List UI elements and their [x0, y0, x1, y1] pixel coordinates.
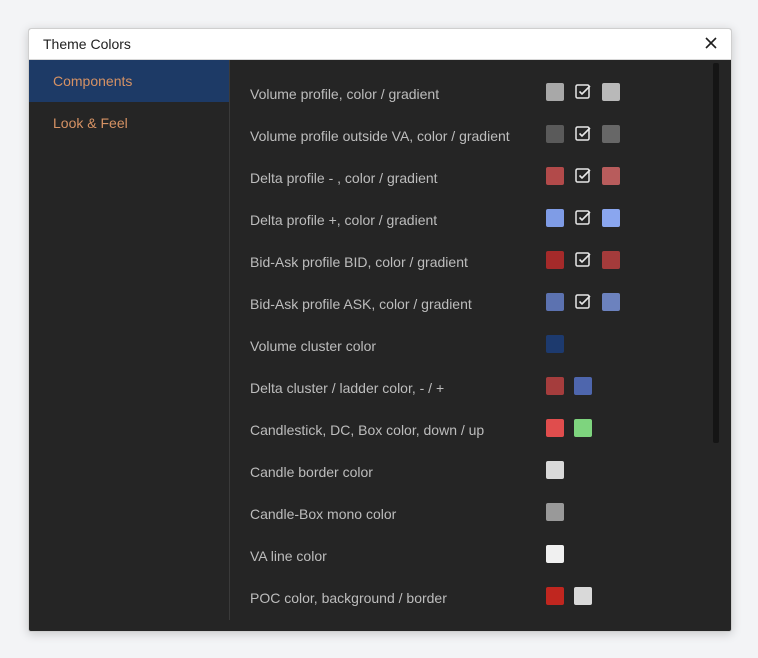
- color-row-label: Volume cluster color: [250, 338, 377, 354]
- color-swatch[interactable]: [546, 545, 564, 563]
- color-row-label: Volume profile, color / gradient: [250, 86, 440, 102]
- theme-colors-dialog: Theme Colors Components Look & Feel Volu…: [28, 28, 732, 632]
- color-row-label: Delta cluster / ladder color, - / +: [250, 380, 445, 396]
- dialog-title: Theme Colors: [43, 36, 131, 52]
- color-row: Delta cluster / ladder color, - / +: [230, 368, 700, 410]
- scrollbar[interactable]: [713, 63, 719, 443]
- color-swatch[interactable]: [546, 461, 564, 479]
- gradient-color-swatch[interactable]: [602, 167, 620, 185]
- color-swatch[interactable]: [546, 83, 564, 101]
- second-color-swatch[interactable]: [574, 587, 592, 605]
- second-color-swatch[interactable]: [574, 419, 592, 437]
- checkbox-checked-icon: [575, 210, 591, 225]
- checkbox-checked-icon: [575, 294, 591, 309]
- checkbox-checked-icon: [575, 168, 591, 183]
- color-swatch[interactable]: [546, 209, 564, 227]
- color-row-label: Volume profile outside VA, color / gradi…: [250, 128, 510, 144]
- close-button[interactable]: [699, 33, 723, 55]
- color-row: Candle border color: [230, 452, 700, 494]
- gradient-color-swatch[interactable]: [602, 293, 620, 311]
- color-row: Bid-Ask profile BID, color / gradient: [230, 242, 700, 284]
- sidebar: Components Look & Feel: [29, 60, 230, 620]
- color-row-label: Candle-Box mono color: [250, 506, 397, 522]
- checkbox-checked-icon: [575, 84, 591, 99]
- sidebar-item-label: Components: [53, 73, 133, 89]
- gradient-checkbox[interactable]: [573, 124, 593, 144]
- gradient-checkbox[interactable]: [573, 208, 593, 228]
- color-row: Candle-Box mono color: [230, 494, 700, 536]
- color-row: Delta profile +, color / gradient: [230, 200, 700, 242]
- gradient-checkbox[interactable]: [573, 292, 593, 312]
- color-row: Volume cluster color: [230, 326, 700, 368]
- checkbox-checked-icon: [575, 126, 591, 141]
- color-swatch[interactable]: [546, 587, 564, 605]
- color-swatch[interactable]: [546, 125, 564, 143]
- gradient-checkbox[interactable]: [573, 82, 593, 102]
- color-row: POC color, background / border: [230, 578, 700, 620]
- title-bar: Theme Colors: [29, 29, 731, 60]
- second-color-swatch[interactable]: [574, 377, 592, 395]
- color-row: VA line color: [230, 536, 700, 578]
- gradient-checkbox[interactable]: [573, 166, 593, 186]
- checkbox-checked-icon: [575, 252, 591, 267]
- color-row-label: Bid-Ask profile BID, color / gradient: [250, 254, 468, 270]
- color-row: Delta profile - , color / gradient: [230, 158, 700, 200]
- color-row-label: Delta profile +, color / gradient: [250, 212, 438, 228]
- close-icon: [705, 37, 717, 49]
- color-row: Bid-Ask profile ASK, color / gradient: [230, 284, 700, 326]
- sidebar-item-components[interactable]: Components: [29, 60, 229, 102]
- gradient-color-swatch[interactable]: [602, 209, 620, 227]
- color-row-label: Delta profile - , color / gradient: [250, 170, 438, 186]
- gradient-color-swatch[interactable]: [602, 251, 620, 269]
- sidebar-item-look-and-feel[interactable]: Look & Feel: [29, 102, 229, 144]
- sidebar-item-label: Look & Feel: [53, 115, 128, 131]
- color-swatch[interactable]: [546, 377, 564, 395]
- color-swatch[interactable]: [546, 503, 564, 521]
- gradient-color-swatch[interactable]: [602, 125, 620, 143]
- color-row: Volume profile outside VA, color / gradi…: [230, 116, 700, 158]
- color-row: Candlestick, DC, Box color, down / up: [230, 410, 700, 452]
- color-row-label: Bid-Ask profile ASK, color / gradient: [250, 296, 472, 312]
- gradient-color-swatch[interactable]: [602, 83, 620, 101]
- color-swatch[interactable]: [546, 293, 564, 311]
- color-swatch[interactable]: [546, 167, 564, 185]
- color-swatch[interactable]: [546, 335, 564, 353]
- color-row-label: VA line color: [250, 548, 327, 564]
- color-swatch[interactable]: [546, 419, 564, 437]
- gradient-checkbox[interactable]: [573, 250, 593, 270]
- components-panel: Volume profile, color / gradient Volume p…: [230, 60, 731, 630]
- color-row-label: POC color, background / border: [250, 590, 447, 606]
- color-swatch[interactable]: [546, 251, 564, 269]
- color-row-label: Candle border color: [250, 464, 373, 480]
- color-row-label: Candlestick, DC, Box color, down / up: [250, 422, 485, 438]
- color-row: Volume profile, color / gradient: [230, 74, 700, 116]
